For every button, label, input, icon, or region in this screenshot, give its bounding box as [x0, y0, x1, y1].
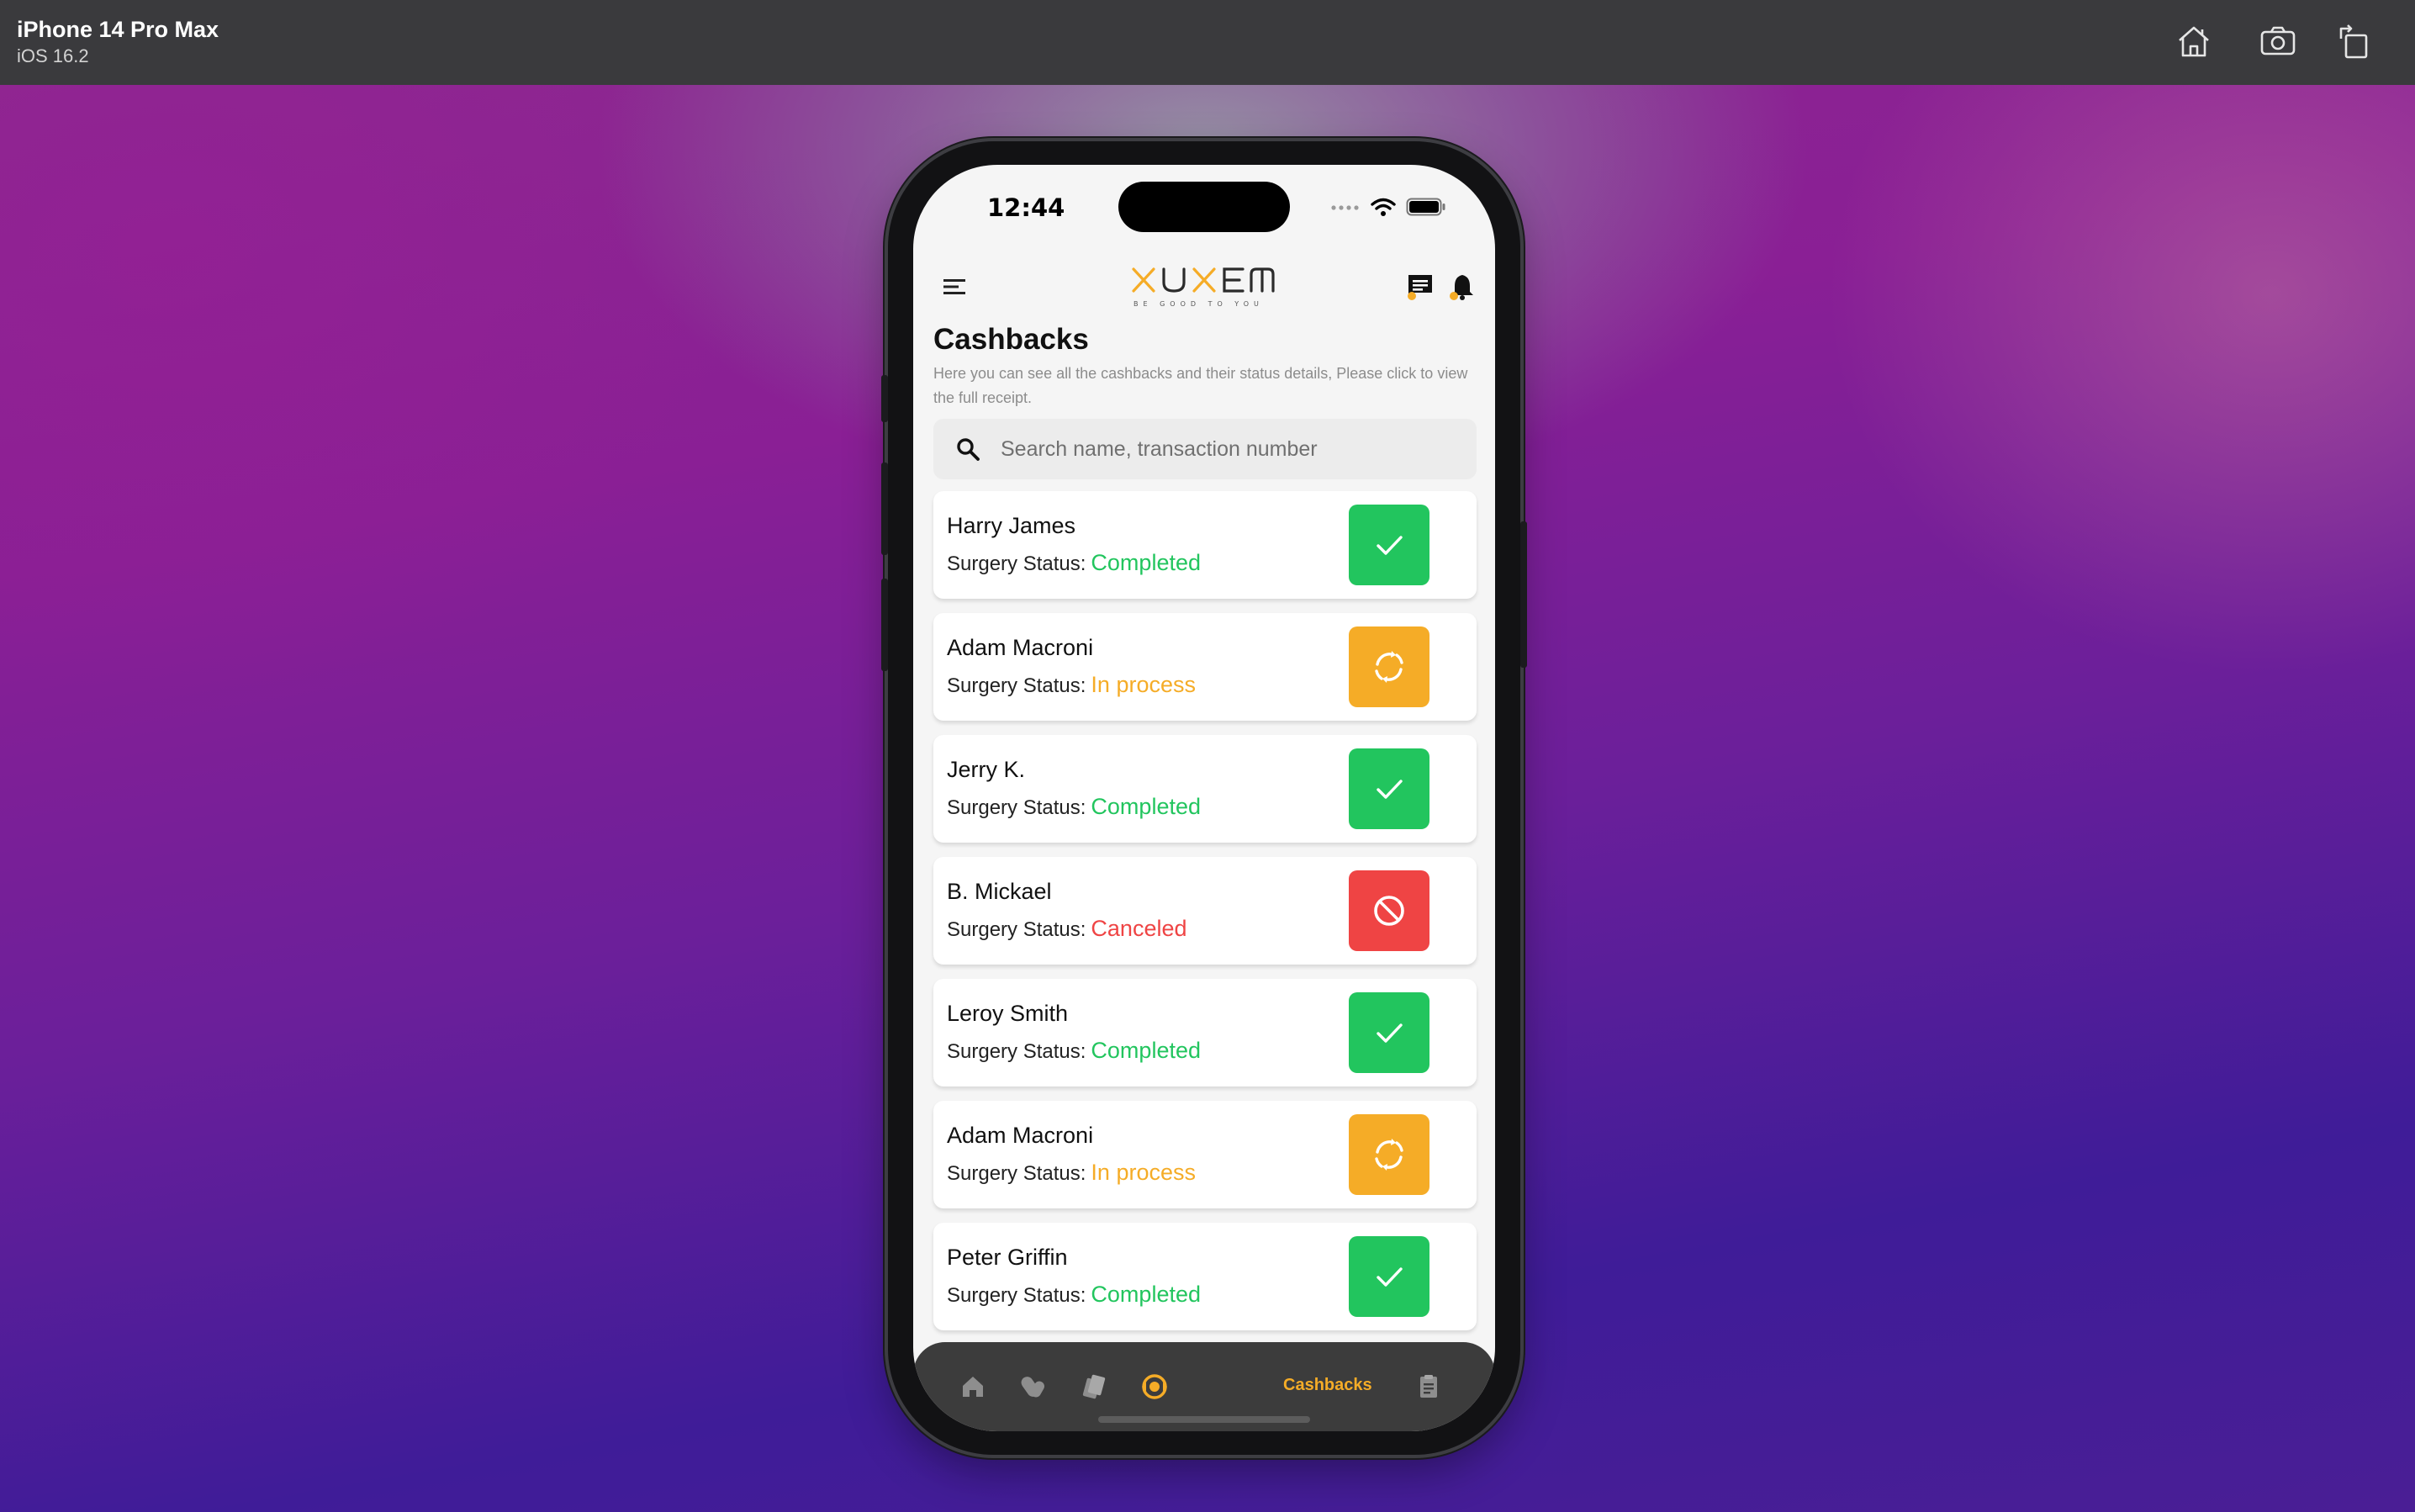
status-badge[interactable] [1349, 870, 1429, 951]
tab-cashback-icon[interactable] [1140, 1372, 1169, 1401]
logo-tagline: BE GOOD TO YOU [1134, 300, 1264, 308]
screenshot-icon[interactable] [2259, 22, 2297, 61]
status-label: Surgery Status: [947, 1284, 1086, 1307]
patient-name: Harry James [947, 513, 1076, 538]
bottom-tab-bar: Cashbacks [913, 1342, 1495, 1431]
status-icons [1330, 195, 1446, 219]
volume-up-button [881, 463, 888, 555]
status-label: Surgery Status: [947, 552, 1086, 575]
status-label: Surgery Status: [947, 1040, 1086, 1063]
search-bar[interactable] [933, 419, 1477, 479]
phone-screen: 12:44 BE GOOD TO YOU Cashbacks Here you … [913, 165, 1495, 1431]
surgery-status: Surgery Status: Completed [947, 550, 1201, 576]
status-value: Completed [1091, 1038, 1201, 1063]
home-indicator [1098, 1416, 1310, 1423]
rotate-icon[interactable] [2336, 22, 2375, 61]
wifi-icon [1371, 198, 1396, 216]
cashback-card[interactable]: Peter Griffin Surgery Status: Completed [933, 1223, 1477, 1330]
patient-name: B. Mickael [947, 879, 1052, 904]
page-title: Cashbacks [933, 323, 1089, 356]
cashback-list: Harry James Surgery Status: Completed Adam … [933, 491, 1477, 1345]
cashback-card[interactable]: Leroy Smith Surgery Status: Completed [933, 979, 1477, 1086]
tab-home-icon[interactable] [959, 1372, 987, 1401]
power-button [1520, 521, 1527, 668]
surgery-status: Surgery Status: In process [947, 672, 1196, 698]
active-tab-label[interactable]: Cashbacks [1283, 1376, 1372, 1395]
chat-icon[interactable] [1406, 272, 1435, 301]
status-value: Completed [1091, 1282, 1201, 1307]
home-icon[interactable] [2175, 22, 2213, 61]
patient-name: Adam Macroni [947, 1123, 1094, 1148]
status-value: In process [1091, 672, 1196, 697]
cashback-card[interactable]: Harry James Surgery Status: Completed [933, 491, 1477, 599]
iphone-frame: 12:44 BE GOOD TO YOU Cashbacks Here you … [881, 141, 1527, 1455]
refresh-icon [1370, 1135, 1408, 1174]
status-time: 12:44 [987, 193, 1065, 222]
check-icon [1370, 526, 1408, 564]
hamburger-menu-icon[interactable] [943, 278, 969, 296]
status-value: Canceled [1091, 916, 1187, 941]
tab-pills-icon[interactable] [1019, 1372, 1048, 1401]
status-value: In process [1091, 1160, 1196, 1185]
cashback-card[interactable]: Jerry K. Surgery Status: Completed [933, 735, 1477, 843]
status-badge[interactable] [1349, 992, 1429, 1073]
dynamic-island [1118, 182, 1290, 232]
os-version: iOS 16.2 [17, 45, 89, 66]
block-icon [1370, 891, 1408, 930]
status-value: Completed [1091, 794, 1201, 819]
bell-icon[interactable] [1448, 272, 1477, 301]
xuxem-logo: BE GOOD TO YOU [1128, 264, 1280, 311]
tab-receipt-icon[interactable] [1414, 1372, 1443, 1401]
volume-down-button [881, 579, 888, 671]
patient-name: Peter Griffin [947, 1245, 1068, 1270]
device-name: iPhone 14 Pro Max [17, 17, 219, 42]
status-badge[interactable] [1349, 748, 1429, 829]
status-label: Surgery Status: [947, 918, 1086, 941]
check-icon [1370, 769, 1408, 808]
status-badge[interactable] [1349, 626, 1429, 707]
check-icon [1370, 1257, 1408, 1296]
status-badge[interactable] [1349, 1236, 1429, 1317]
search-icon [957, 438, 980, 461]
cashback-card[interactable]: B. Mickael Surgery Status: Canceled [933, 857, 1477, 965]
check-icon [1370, 1013, 1408, 1052]
status-label: Surgery Status: [947, 674, 1086, 697]
status-badge[interactable] [1349, 1114, 1429, 1195]
refresh-icon [1370, 648, 1408, 686]
patient-name: Leroy Smith [947, 1001, 1069, 1026]
surgery-status: Surgery Status: In process [947, 1160, 1196, 1186]
tab-cards-icon[interactable] [1080, 1372, 1108, 1401]
silent-switch [881, 375, 888, 422]
patient-name: Adam Macroni [947, 635, 1094, 660]
status-label: Surgery Status: [947, 796, 1086, 819]
page-subtitle: Here you can see all the cashbacks and t… [933, 365, 1468, 406]
simulator-toolbar: iPhone 14 Pro Max iOS 16.2 [0, 0, 2415, 85]
surgery-status: Surgery Status: Completed [947, 794, 1201, 820]
search-input[interactable] [1001, 436, 1438, 462]
surgery-status: Surgery Status: Completed [947, 1282, 1201, 1308]
cashback-card[interactable]: Adam Macroni Surgery Status: In process [933, 613, 1477, 721]
cashback-card[interactable]: Adam Macroni Surgery Status: In process [933, 1101, 1477, 1208]
surgery-status: Surgery Status: Canceled [947, 916, 1187, 942]
battery-icon [1406, 198, 1445, 216]
status-value: Completed [1091, 550, 1201, 575]
patient-name: Jerry K. [947, 757, 1026, 782]
status-badge[interactable] [1349, 505, 1429, 585]
cellular-icon [1331, 205, 1359, 210]
surgery-status: Surgery Status: Completed [947, 1038, 1201, 1064]
status-label: Surgery Status: [947, 1162, 1086, 1185]
